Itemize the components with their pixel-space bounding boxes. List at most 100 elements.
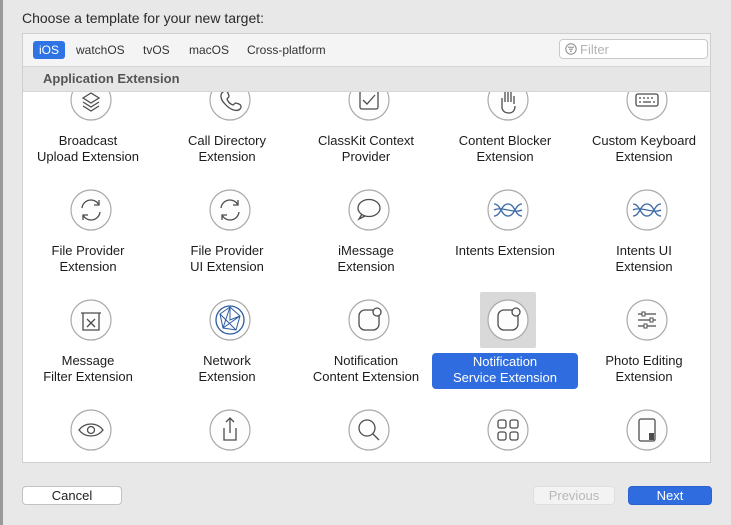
template-label: Notification Content Extension [293, 353, 439, 385]
template-label-line: Notification [472, 354, 538, 369]
template-label: Call Directory Extension [154, 133, 300, 165]
tab-ios[interactable]: iOS [33, 41, 66, 59]
template-label-line: File Provider [190, 243, 264, 258]
template-label-line: File Provider [51, 243, 125, 258]
template-grid: Broadcast Upload Extension Call Directory E… [23, 92, 710, 462]
window-edge [0, 0, 3, 525]
platform-tab-bar: iOS watchOS tvOS macOS Cross-platform [23, 34, 710, 66]
template-icon-box [480, 292, 536, 348]
tab-tvos[interactable]: tvOS [137, 41, 176, 59]
tab-watchos[interactable]: watchOS [70, 41, 131, 59]
template-icon-box [202, 292, 258, 348]
template-icon-box [619, 402, 675, 458]
template-label-line: Notification [333, 353, 399, 368]
hand-icon [487, 92, 529, 121]
template-label: Notification Service Extension [432, 353, 578, 389]
phone-icon [209, 92, 251, 121]
template-label: Broadcast Upload Extension [23, 133, 161, 165]
template-label-line: iMessage [338, 243, 394, 258]
template-chooser-panel: iOS watchOS tvOS macOS Cross-platform Ap… [22, 33, 711, 463]
filter-field[interactable] [559, 39, 708, 59]
template-icon-box [63, 292, 119, 348]
template-icon-box [619, 182, 675, 238]
template-icon-box [202, 182, 258, 238]
magnifier-icon [348, 409, 390, 451]
notification-icon [487, 299, 529, 341]
filter-tray-icon [70, 299, 112, 341]
template-icon-box [619, 92, 675, 128]
keyboard-icon [626, 92, 668, 121]
layers-icon [70, 92, 112, 121]
template-label-line: Extension [615, 149, 673, 164]
template-label-line: Provider [341, 149, 391, 164]
next-button[interactable]: Next [628, 486, 712, 505]
template-icon-box [341, 292, 397, 348]
template-label-line: Intents Extension [455, 243, 555, 258]
template-label: Intents Extension [432, 243, 578, 259]
grid-icon [487, 409, 529, 451]
tab-cross-platform[interactable]: Cross-platform [241, 41, 332, 59]
template-label-line: Call Directory [187, 133, 266, 148]
template-label-line: Upload Extension [37, 149, 139, 164]
template-label: Custom Keyboard Extension [571, 133, 710, 165]
template-label: Network Extension [154, 353, 300, 385]
filter-icon [565, 43, 577, 55]
template-label-line: Service Extension [452, 370, 558, 385]
template-label-line: Intents UI [616, 243, 672, 258]
speech-bubble-icon [348, 189, 390, 231]
template-icon-box [341, 182, 397, 238]
template-icon-box [480, 182, 536, 238]
template-label-line: Content Extension [312, 369, 420, 384]
waves-icon [487, 189, 529, 231]
template-label-line: Extension [615, 369, 673, 384]
template-icon-box [202, 92, 258, 128]
template-label: Photo Editing Extension [571, 353, 710, 385]
template-label: Message Filter Extension [23, 353, 161, 385]
sync-arrows-icon [70, 189, 112, 231]
share-icon [209, 409, 251, 451]
template-label-line: UI Extension [190, 259, 264, 274]
template-icon-box [619, 292, 675, 348]
checkbox-icon [348, 92, 390, 121]
template-label-line: Extension [59, 259, 117, 274]
cancel-button[interactable]: Cancel [22, 486, 122, 505]
template-label-line: Content Blocker [458, 133, 552, 148]
template-label-line: Filter Extension [43, 369, 133, 384]
template-label: File Provider UI Extension [154, 243, 300, 275]
template-label-line: Broadcast [58, 133, 118, 148]
globe-network-icon [209, 299, 251, 341]
template-icon-box [341, 92, 397, 128]
template-label: File Provider Extension [23, 243, 161, 275]
template-label-line: Extension [337, 259, 395, 274]
sliders-icon [626, 299, 668, 341]
template-label-line: Network [203, 353, 251, 368]
template-label-line: ClassKit Context [317, 133, 415, 148]
sync-arrows-icon [209, 189, 251, 231]
template-icon-box [63, 92, 119, 128]
template-icon-box [63, 182, 119, 238]
dialog-heading: Choose a template for your new target: [22, 10, 265, 26]
template-label-line: Extension [198, 149, 256, 164]
template-icon-box [341, 402, 397, 458]
template-icon-box [480, 402, 536, 458]
template-label-line: Extension [615, 259, 673, 274]
eye-icon [70, 409, 112, 451]
template-label: Intents UI Extension [571, 243, 710, 275]
template-label-line: Custom Keyboard [591, 133, 697, 148]
template-label-line: Photo Editing [605, 353, 683, 368]
tab-macos[interactable]: macOS [183, 41, 235, 59]
document-icon [626, 409, 668, 451]
section-header: Application Extension [23, 66, 710, 92]
notification-icon [348, 299, 390, 341]
template-label: iMessage Extension [293, 243, 439, 275]
template-label-line: Message [61, 353, 115, 368]
previous-button[interactable]: Previous [533, 486, 615, 505]
template-label-line: Extension [198, 369, 256, 384]
waves-icon [626, 189, 668, 231]
template-label: ClassKit Context Provider [293, 133, 439, 165]
template-label: Content Blocker Extension [432, 133, 578, 165]
template-icon-box [480, 92, 536, 128]
filter-input[interactable] [580, 41, 700, 57]
template-icon-box [63, 402, 119, 458]
template-icon-box [202, 402, 258, 458]
